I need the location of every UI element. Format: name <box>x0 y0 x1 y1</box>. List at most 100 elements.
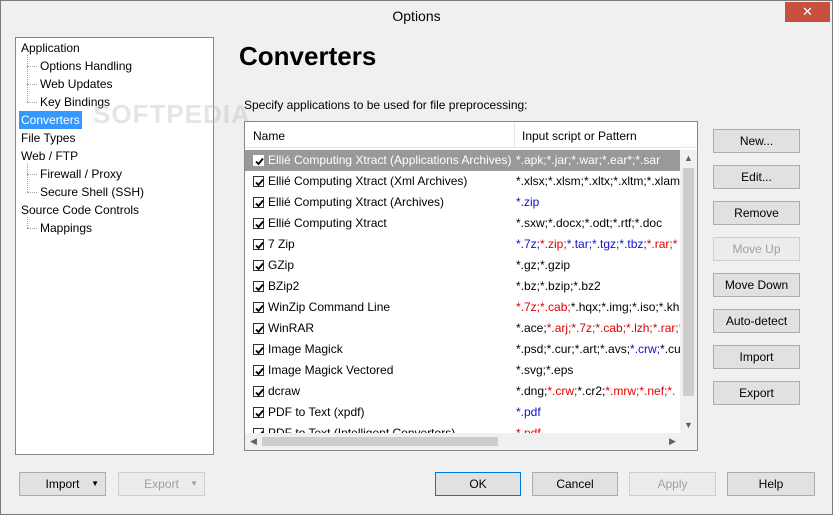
pattern-segment: *.zip <box>516 195 540 209</box>
vertical-scrollbar[interactable]: ▲ ▼ <box>680 150 697 434</box>
converter-name: Image Magick <box>268 342 343 356</box>
import-dropdown-button[interactable]: Import ▼ <box>19 472 106 496</box>
import-converters-button[interactable]: Import <box>713 345 800 369</box>
close-button[interactable]: ✕ <box>785 2 830 22</box>
page-title: Converters <box>239 41 377 71</box>
converter-name: BZip2 <box>268 279 300 293</box>
remove-button[interactable]: Remove <box>713 201 800 225</box>
pattern-segment: *.rar;* <box>646 237 678 251</box>
scroll-up-arrow-icon[interactable]: ▲ <box>680 150 697 167</box>
enabled-checkbox[interactable] <box>253 281 264 292</box>
pattern-segment: *.7z;*.cab; <box>516 300 571 314</box>
converter-pattern: *.7z;*.cab;*.hqx;*.img;*.iso;*.kh <box>516 297 681 318</box>
table-row[interactable]: WinRAR *.ace;*.arj;*.7z;*.cab;*.lzh;*.rar… <box>245 318 681 339</box>
checkmark-icon <box>255 304 264 313</box>
window-title: Options <box>392 8 441 24</box>
ok-button[interactable]: OK <box>435 472 521 496</box>
converter-name: dcraw <box>268 384 301 398</box>
enabled-checkbox[interactable] <box>253 365 264 376</box>
pattern-segment: *.crw; <box>547 384 578 398</box>
enabled-checkbox[interactable] <box>253 239 264 250</box>
dropdown-arrow-icon: ▼ <box>190 479 198 488</box>
table-row[interactable]: 7 Zip *.7z;*.zip;*.tar;*.tgz;*.tbz;*.rar;… <box>245 234 681 255</box>
tree-connector <box>27 66 37 67</box>
auto-detect-button[interactable]: Auto-detect <box>713 309 800 333</box>
checkmark-icon <box>255 346 264 355</box>
horizontal-scroll-thumb[interactable] <box>262 437 498 446</box>
tree-item[interactable]: Firewall / Proxy <box>38 165 124 183</box>
converter-pattern: *.ace;*.arj;*.7z;*.cab;*.lzh;*.rar;* <box>516 318 681 339</box>
converter-name: Image Magick Vectored <box>268 363 394 377</box>
table-row[interactable]: Ellié Computing Xtract (Xml Archives) *.x… <box>245 171 681 192</box>
column-separator[interactable] <box>514 122 515 148</box>
export-dropdown-button[interactable]: Export ▼ <box>118 472 205 496</box>
new-button[interactable]: New... <box>713 129 800 153</box>
help-button[interactable]: Help <box>727 472 815 496</box>
cancel-button[interactable]: Cancel <box>532 472 618 496</box>
tree-item[interactable]: Secure Shell (SSH) <box>38 183 146 201</box>
converter-pattern: *.sxw;*.docx;*.odt;*.rtf;*.doc <box>516 213 681 234</box>
pattern-segment: *.xlsx;*.xlsm;*.xltx;*.xltm;*.xlam; <box>516 174 681 188</box>
table-row[interactable]: GZip *.gz;*.gzip <box>245 255 681 276</box>
column-header-pattern[interactable]: Input script or Pattern <box>522 129 637 143</box>
page-subtitle: Specify applications to be used for file… <box>244 98 528 112</box>
tree-item[interactable]: Converters <box>19 111 82 129</box>
pattern-segment: *.ace; <box>516 321 547 335</box>
enabled-checkbox[interactable] <box>253 218 264 229</box>
pattern-segment: *.tar;*.tgz;*.tbz; <box>566 237 647 251</box>
tree-connector <box>27 55 28 102</box>
table-row[interactable]: BZip2 *.bz;*.bzip;*.bz2 <box>245 276 681 297</box>
table-row[interactable]: Ellié Computing Xtract (Applications Arc… <box>245 150 681 171</box>
tree-item[interactable]: Options Handling <box>38 57 134 75</box>
move-up-button[interactable]: Move Up <box>713 237 800 261</box>
table-row[interactable]: Image Magick *.psd;*.cur;*.art;*.avs;*.cr… <box>245 339 681 360</box>
enabled-checkbox[interactable] <box>253 302 264 313</box>
dropdown-arrow-icon: ▼ <box>91 479 99 488</box>
checkmark-icon <box>255 388 264 397</box>
table-row[interactable]: Ellié Computing Xtract (Archives) *.zip <box>245 192 681 213</box>
checkmark-icon <box>255 241 264 250</box>
tree-item[interactable]: File Types <box>19 129 77 147</box>
edit-button[interactable]: Edit... <box>713 165 800 189</box>
enabled-checkbox[interactable] <box>253 344 264 355</box>
table-row[interactable]: Image Magick Vectored *.svg;*.eps <box>245 360 681 381</box>
export-converters-button[interactable]: Export <box>713 381 800 405</box>
tree-item[interactable]: Mappings <box>38 219 94 237</box>
converter-pattern: *.bz;*.bzip;*.bz2 <box>516 276 681 297</box>
enabled-checkbox[interactable] <box>253 386 264 397</box>
scroll-right-arrow-icon[interactable]: ▶ <box>664 433 681 450</box>
title-bar: Options ✕ <box>1 1 832 31</box>
export-dropdown-label: Export <box>144 477 179 491</box>
enabled-checkbox[interactable] <box>253 260 264 271</box>
list-header: Name Input script or Pattern <box>245 122 697 148</box>
vertical-scroll-thumb[interactable] <box>683 168 694 396</box>
apply-button[interactable]: Apply <box>629 472 716 496</box>
table-row[interactable]: PDF to Text (xpdf) *.pdf <box>245 402 681 423</box>
enabled-checkbox[interactable] <box>253 407 264 418</box>
converters-list[interactable]: Name Input script or Pattern Ellié Compu… <box>244 121 698 451</box>
enabled-checkbox[interactable] <box>253 176 264 187</box>
table-row[interactable]: dcraw *.dng;*.crw;*.cr2;*.mrw;*.nef;*. <box>245 381 681 402</box>
tree-item[interactable]: Source Code Controls <box>19 201 141 219</box>
pattern-segment: *.crw; <box>630 342 661 356</box>
enabled-checkbox[interactable] <box>253 197 264 208</box>
tree-item[interactable]: Web / FTP <box>19 147 80 165</box>
enabled-checkbox[interactable] <box>253 155 264 166</box>
column-header-name[interactable]: Name <box>253 129 285 143</box>
horizontal-scrollbar[interactable]: ◀ ▶ <box>245 433 681 450</box>
tree-item[interactable]: Web Updates <box>38 75 115 93</box>
table-row[interactable]: WinZip Command Line *.7z;*.cab;*.hqx;*.im… <box>245 297 681 318</box>
checkmark-icon <box>255 220 264 229</box>
converter-name: PDF to Text (xpdf) <box>268 405 365 419</box>
move-down-button[interactable]: Move Down <box>713 273 800 297</box>
enabled-checkbox[interactable] <box>253 323 264 334</box>
checkmark-icon <box>255 262 264 271</box>
scroll-down-arrow-icon[interactable]: ▼ <box>680 417 697 434</box>
checkmark-icon <box>255 283 264 292</box>
tree-item[interactable]: Application <box>19 39 82 57</box>
pattern-segment: *.apk;*.jar;*.war;*.ear*;*.sar <box>516 153 661 167</box>
converter-name: WinZip Command Line <box>268 300 391 314</box>
converter-name: 7 Zip <box>268 237 295 251</box>
table-row[interactable]: Ellié Computing Xtract *.sxw;*.docx;*.odt… <box>245 213 681 234</box>
scroll-left-arrow-icon[interactable]: ◀ <box>245 433 262 450</box>
